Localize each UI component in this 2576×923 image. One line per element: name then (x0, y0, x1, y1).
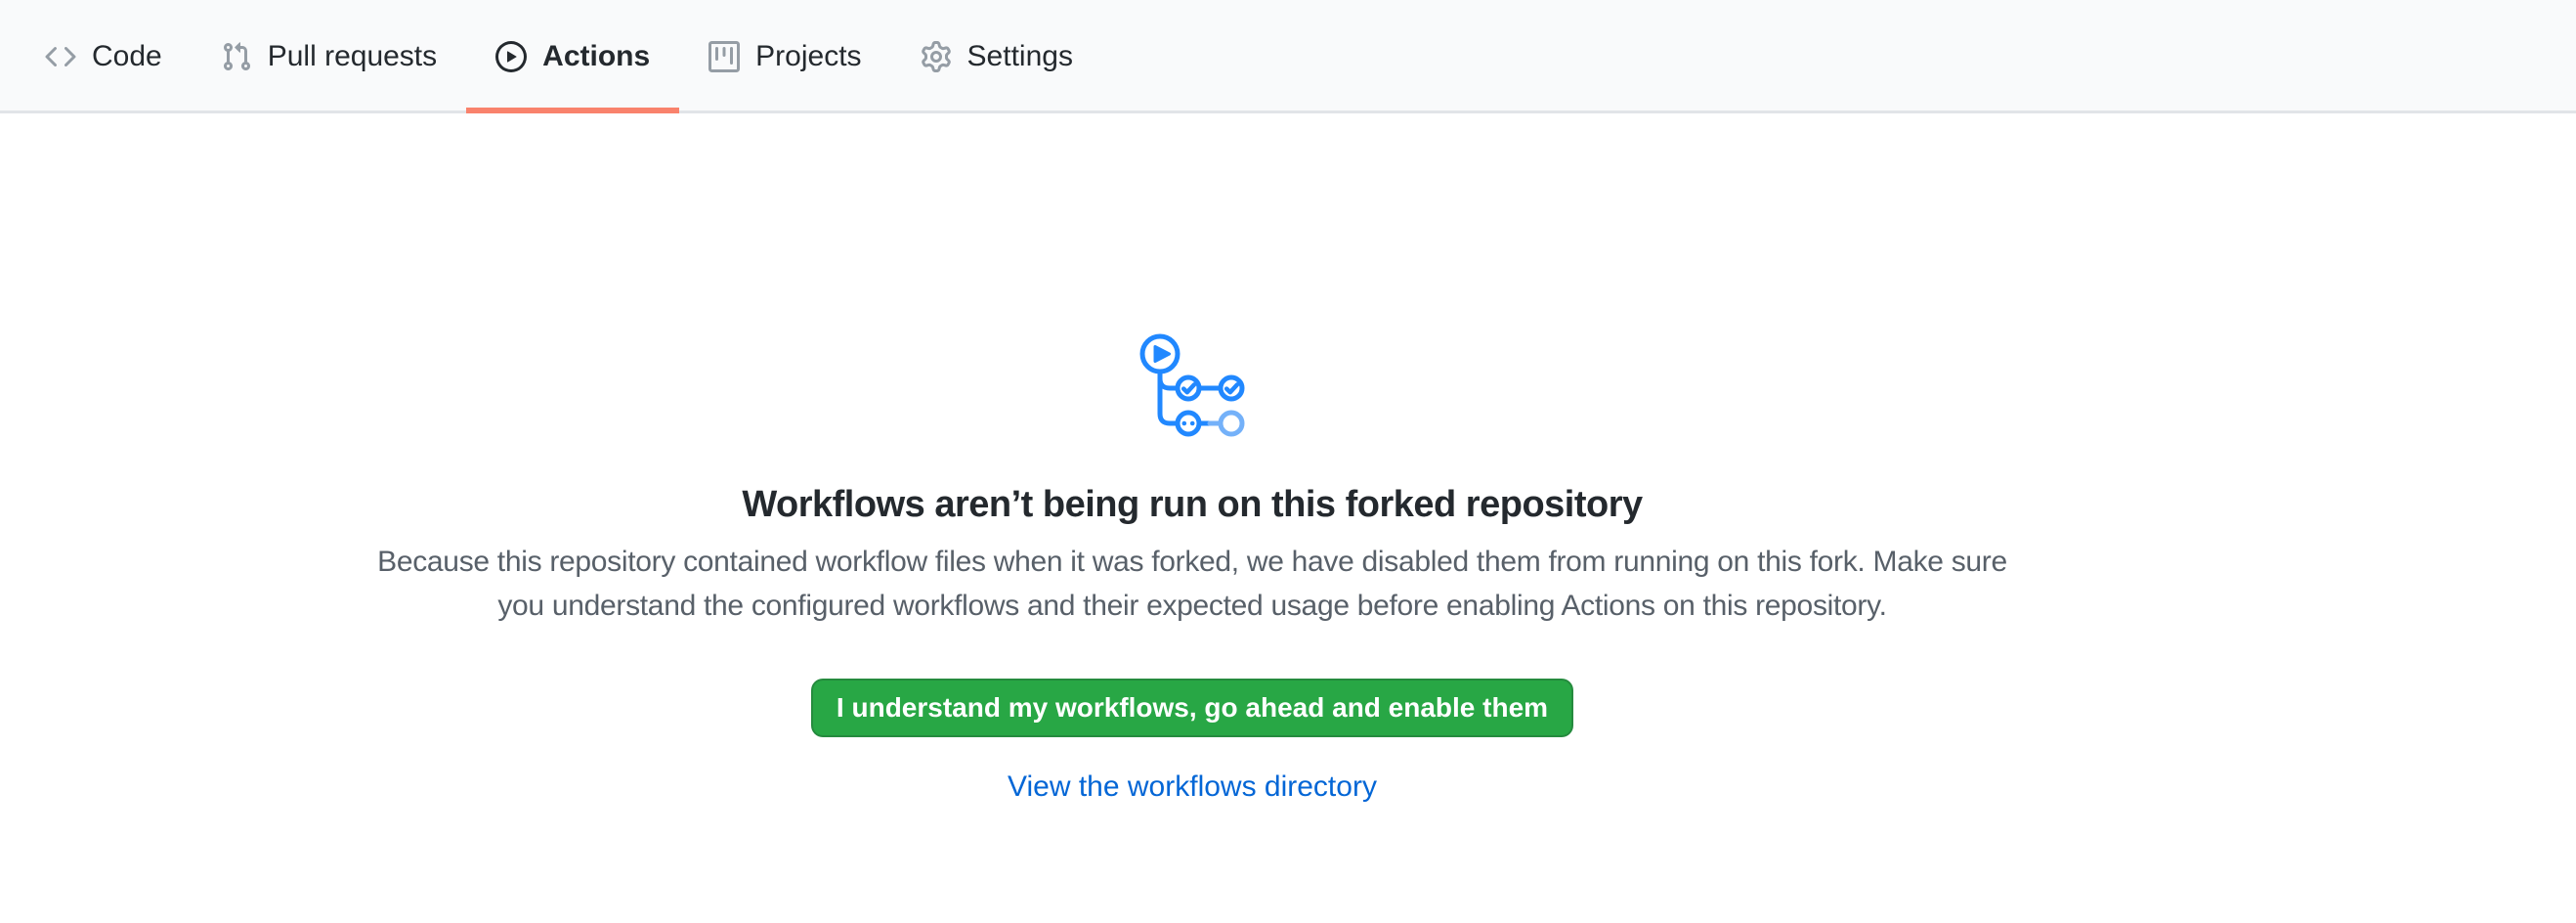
enable-workflows-button[interactable]: I understand my workflows, go ahead and … (811, 679, 1573, 737)
tab-label: Pull requests (268, 42, 437, 71)
tab-actions[interactable]: Actions (466, 0, 679, 113)
play-circle-icon (495, 41, 527, 72)
tab-pull-requests[interactable]: Pull requests (192, 0, 466, 113)
project-icon (708, 41, 740, 72)
code-icon (45, 41, 76, 72)
git-pull-request-icon (221, 41, 252, 72)
tab-label: Settings (967, 42, 1073, 71)
tab-settings[interactable]: Settings (891, 0, 1102, 113)
page-title: Workflows aren’t being run on this forke… (742, 481, 1642, 528)
view-workflows-directory-link[interactable]: View the workflows directory (1008, 770, 1377, 804)
actions-blankslate: Workflows aren’t being run on this forke… (0, 330, 2384, 804)
repo-tab-bar: Code Pull requests Actions Projects Sett… (0, 0, 2576, 113)
blankslate-description: Because this repository contained workfl… (366, 540, 2018, 628)
workflow-graph-icon (1137, 330, 1249, 442)
tab-label: Actions (542, 42, 650, 71)
tab-label: Projects (755, 42, 861, 71)
tab-code[interactable]: Code (16, 0, 192, 113)
gear-icon (921, 41, 952, 72)
tab-projects[interactable]: Projects (679, 0, 890, 113)
tab-label: Code (92, 42, 162, 71)
